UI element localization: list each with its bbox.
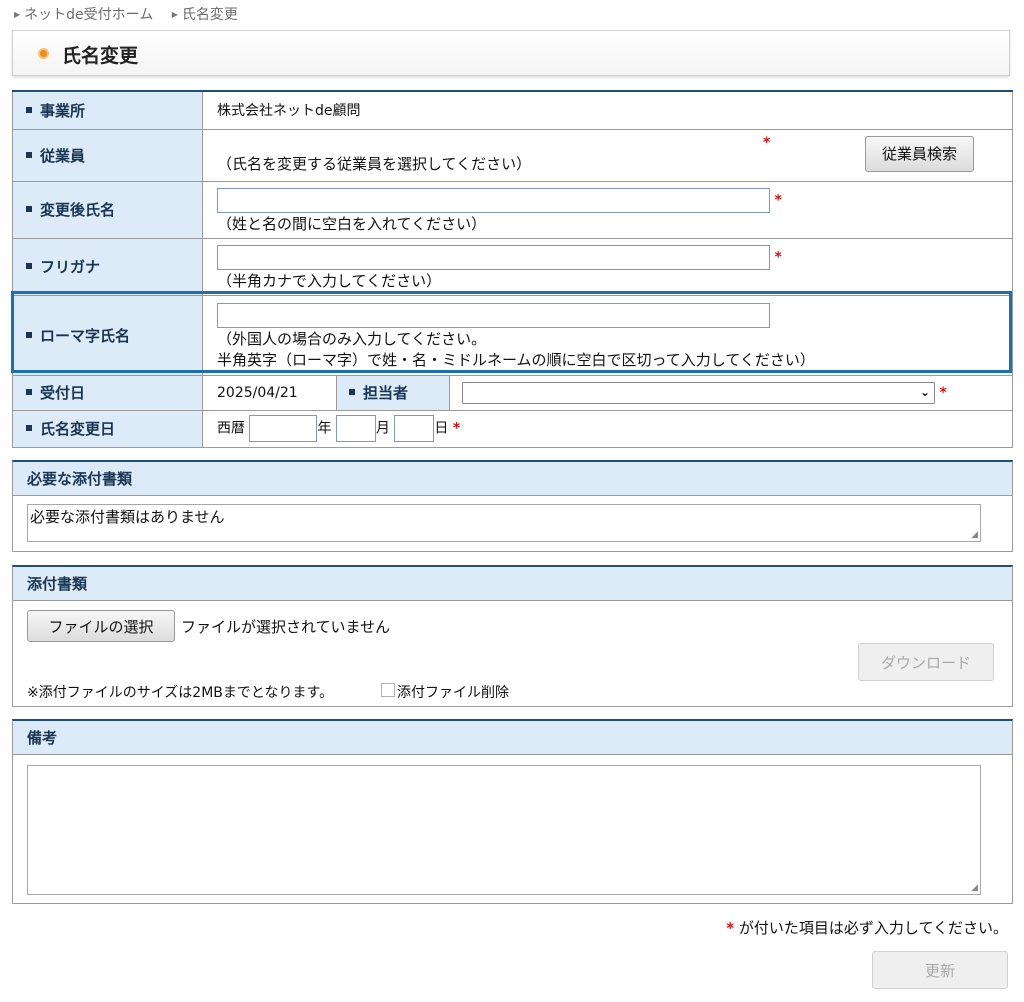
required-docs-textarea[interactable]: 必要な添付書類はありません ◢ — [27, 504, 981, 542]
required-mark: * — [774, 249, 782, 266]
roman-name-label-text: ローマ字氏名 — [40, 326, 131, 345]
required-footer-text: が付いた項目は必ず入力してください。 — [738, 919, 1008, 937]
employee-cell: * （氏名を変更する従業員を選択してください） 従業員検索 — [202, 128, 1013, 182]
change-date-label: 氏名変更日 — [12, 409, 203, 448]
required-footer-note: * が付いた項目は必ず入力してください。 — [726, 917, 1008, 938]
received-value: 2025/04/21 — [202, 374, 337, 411]
required-mark: * — [939, 384, 947, 401]
square-bullet-icon — [26, 331, 32, 338]
staff-cell: ⌄ * — [449, 374, 1013, 411]
file-status: ファイルが選択されていません — [181, 618, 391, 636]
furigana-cell: * （半角カナで入力してください） — [202, 237, 1013, 296]
attachments-section: 添付書類 ファイルの選択 ファイルが選択されていません ダウンロード ※添付ファ… — [12, 565, 1013, 707]
employee-search-button[interactable]: 従業員検索 — [865, 135, 974, 172]
employee-hint: （氏名を変更する従業員を選択してください） — [217, 154, 532, 173]
download-button[interactable]: ダウンロード — [858, 643, 994, 681]
office-label: 事業所 — [12, 90, 203, 130]
staff-label: 担当者 — [336, 374, 450, 411]
row-new-name: 変更後氏名 * （姓と名の間に空白を入れてください） — [12, 180, 1013, 239]
bullet-icon — [38, 48, 49, 59]
square-bullet-icon — [26, 151, 32, 158]
page-title-bar: 氏名変更 — [12, 30, 1010, 76]
row-roman-name: ローマ字氏名 （外国人の場合のみ入力してください。 半角英字（ローマ字）で姓・名… — [12, 294, 1013, 376]
required-docs-section: 必要な添付書類 必要な添付書類はありません ◢ — [12, 460, 1013, 552]
roman-name-hint-2: 半角英字（ローマ字）で姓・名・ミドルネームの順に空白で区切って入力してください） — [217, 350, 815, 369]
furigana-input[interactable] — [217, 245, 770, 270]
new-name-cell: * （姓と名の間に空白を入れてください） — [202, 180, 1013, 239]
day-input[interactable] — [394, 415, 435, 442]
furigana-label-text: フリガナ — [40, 258, 101, 276]
employee-label: 従業員 — [12, 128, 203, 182]
page-title: 氏名変更 — [62, 45, 139, 67]
new-name-label-text: 変更後氏名 — [40, 201, 116, 219]
received-label: 受付日 — [12, 374, 203, 411]
new-name-hint: （姓と名の間に空白を入れてください） — [217, 215, 487, 233]
triangle-right-icon: ▶ — [171, 10, 178, 19]
required-mark: * — [763, 134, 771, 151]
roman-name-label: ローマ字氏名 — [12, 294, 203, 376]
furigana-label: フリガナ — [12, 237, 203, 296]
update-button[interactable]: 更新 — [872, 951, 1008, 989]
month-unit: 月 — [375, 420, 390, 437]
delete-attachment-label[interactable]: 添付ファイル削除 — [397, 682, 509, 702]
row-change-date: 氏名変更日 西暦 年 月 日 * — [12, 409, 1013, 448]
era-label: 西暦 — [217, 420, 245, 437]
office-value: 株式会社ネットde顧問 — [202, 90, 1013, 130]
change-date-label-text: 氏名変更日 — [40, 420, 116, 438]
square-bullet-icon — [26, 389, 32, 395]
furigana-hint: （半角カナで入力してください） — [217, 272, 442, 290]
square-bullet-icon — [26, 263, 32, 269]
breadcrumb: ▶ ネットde受付ホーム ▶ 氏名変更 — [14, 4, 252, 24]
required-docs-text: 必要な添付書類はありません — [30, 508, 225, 526]
breadcrumb-item-home[interactable]: ▶ ネットde受付ホーム — [14, 7, 153, 23]
staff-label-text: 担当者 — [363, 384, 409, 402]
resize-handle-icon[interactable]: ◢ — [971, 530, 978, 540]
new-name-input[interactable] — [217, 188, 770, 213]
staff-select[interactable]: ⌄ — [462, 381, 935, 404]
day-unit: 日 — [434, 420, 449, 437]
change-date-cell: 西暦 年 月 日 * — [202, 409, 1013, 448]
resize-handle-icon[interactable]: ◢ — [971, 883, 978, 893]
required-mark: * — [726, 919, 735, 937]
received-label-text: 受付日 — [40, 384, 86, 402]
attachment-size-note: ※添付ファイルのサイズは2MBまでとなります。 — [27, 685, 334, 701]
new-name-label: 変更後氏名 — [12, 180, 203, 239]
required-mark: * — [452, 420, 461, 437]
employee-label-text: 従業員 — [40, 146, 86, 165]
square-bullet-icon — [26, 425, 32, 431]
year-input[interactable] — [249, 415, 318, 442]
square-bullet-icon — [349, 389, 355, 395]
roman-name-input[interactable] — [217, 302, 770, 328]
month-input[interactable] — [335, 415, 376, 442]
year-unit: 年 — [317, 420, 332, 437]
remarks-textarea[interactable]: ◢ — [27, 765, 981, 895]
office-label-text: 事業所 — [40, 101, 86, 120]
remarks-section: 備考 ◢ — [12, 719, 1013, 904]
row-received: 受付日 2025/04/21 担当者 ⌄ * — [12, 374, 1013, 411]
triangle-right-icon: ▶ — [14, 10, 21, 19]
row-office: 事業所 株式会社ネットde顧問 — [12, 90, 1013, 130]
form-table: 事業所 株式会社ネットde顧問 従業員 * （氏名を変更する従業員を選択してくだ… — [12, 90, 1013, 448]
required-docs-title: 必要な添付書類 — [13, 462, 1012, 496]
breadcrumb-current-label: 氏名変更 — [181, 7, 238, 23]
remarks-title: 備考 — [13, 721, 1012, 755]
chevron-down-icon: ⌄ — [919, 384, 930, 399]
row-employee: 従業員 * （氏名を変更する従業員を選択してください） 従業員検索 — [12, 128, 1013, 182]
roman-name-cell: （外国人の場合のみ入力してください。 半角英字（ローマ字）で姓・名・ミドルネーム… — [202, 294, 1013, 376]
file-select-button[interactable]: ファイルの選択 — [27, 610, 175, 642]
required-mark: * — [774, 192, 782, 209]
square-bullet-icon — [26, 106, 32, 113]
square-bullet-icon — [26, 206, 32, 212]
breadcrumb-item-current: ▶ 氏名変更 — [172, 7, 238, 23]
row-furigana: フリガナ * （半角カナで入力してください） — [12, 237, 1013, 296]
attachments-title: 添付書類 — [13, 567, 1012, 601]
delete-attachment-checkbox[interactable] — [381, 683, 395, 697]
roman-name-hint-1: （外国人の場合のみ入力してください。 — [217, 329, 487, 348]
breadcrumb-home-link[interactable]: ネットde受付ホーム — [24, 7, 153, 23]
